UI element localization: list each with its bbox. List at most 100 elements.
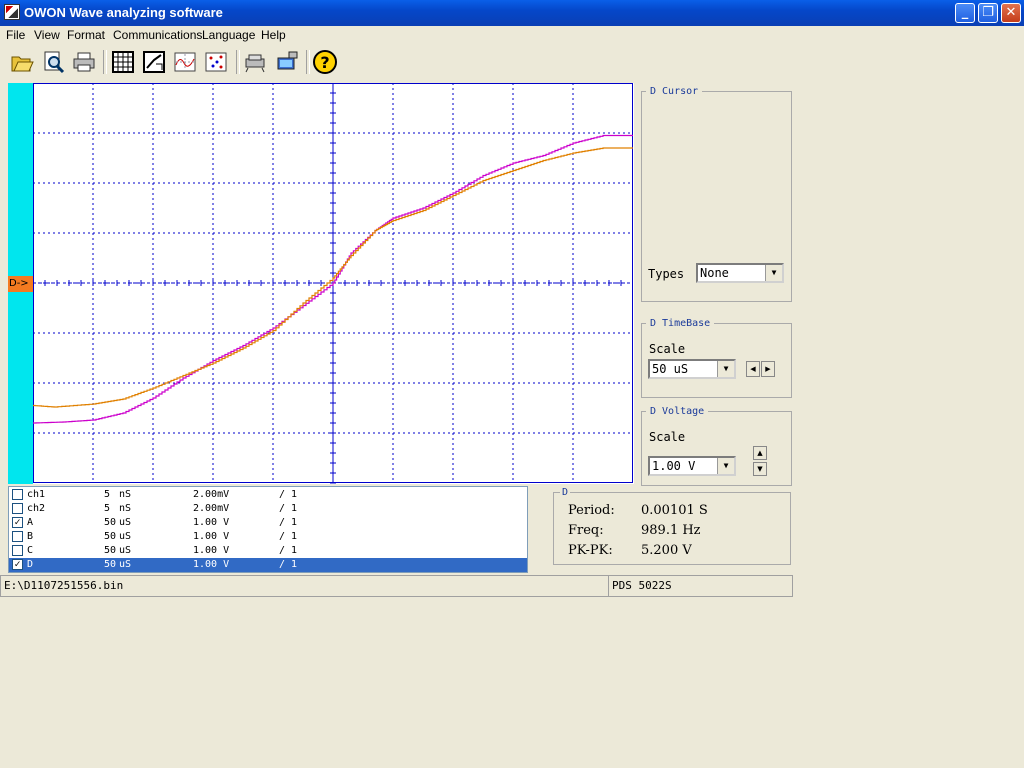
voltage-scale-label: Scale — [649, 430, 686, 444]
toolbar-separator — [306, 50, 310, 74]
channel-row-c[interactable]: C 50 uS 1.00 V / 1 — [9, 544, 527, 558]
minimize-button[interactable]: _ — [955, 3, 975, 23]
channel-ratio: / 1 — [279, 545, 298, 556]
channel-name: A — [27, 517, 34, 528]
title-bar: OWON Wave analyzing software _ ❐ ✕ — [0, 0, 1024, 26]
status-file-path: E:\D1107251556.bin — [0, 575, 609, 597]
voltage-scale-value: 1.00 V — [652, 459, 696, 473]
period-value: 0.00101 S — [641, 503, 708, 518]
channel-ratio: / 1 — [279, 489, 298, 500]
waveform-plot — [33, 83, 633, 484]
menu-file[interactable]: File — [6, 28, 25, 42]
channel-a: 50 — [104, 545, 117, 556]
channel-checkbox[interactable] — [12, 503, 23, 514]
channel-name: B — [27, 531, 34, 542]
svg-text:?: ? — [320, 53, 329, 72]
timebase-panel-title: D TimeBase — [650, 318, 711, 329]
calculator-icon[interactable] — [110, 49, 136, 75]
channel-d-marker[interactable]: D-> — [8, 276, 33, 292]
menu-help[interactable]: Help — [261, 28, 286, 42]
chevron-down-icon[interactable]: ▼ — [765, 265, 782, 281]
channel-volt: 2.00mV — [193, 503, 230, 514]
channel-row-b[interactable]: B 50 uS 1.00 V / 1 — [9, 530, 527, 544]
freq-label: Freq: — [568, 523, 604, 538]
close-button[interactable]: ✕ — [1001, 3, 1021, 23]
pkpk-value: 5.200 V — [641, 543, 692, 558]
print-preview-icon[interactable] — [41, 49, 67, 75]
menu-format[interactable]: Format — [67, 28, 105, 42]
channel-name: ch2 — [27, 503, 46, 514]
cursor-types-select[interactable]: None ▼ — [696, 263, 784, 283]
scatter-icon[interactable] — [203, 49, 229, 75]
menu-communications[interactable]: Communications — [113, 28, 202, 42]
channel-b: uS — [119, 517, 132, 528]
waveform-icon[interactable] — [172, 49, 198, 75]
cursor-types-value: None — [700, 266, 729, 280]
timebase-panel: D TimeBase — [641, 318, 792, 398]
voltage-panel-title: D Voltage — [650, 406, 705, 417]
channel-a: 5 — [104, 489, 111, 500]
menu-bar: File View Format Communications Language… — [0, 26, 1024, 44]
status-device-model: PDS 5022S — [608, 575, 793, 597]
channel-ratio: / 1 — [279, 559, 298, 570]
voltage-scale-select[interactable]: 1.00 V ▼ — [648, 456, 736, 476]
menu-language[interactable]: Language — [202, 28, 255, 42]
channel-a: 50 — [104, 531, 117, 542]
channel-a: 5 — [104, 503, 111, 514]
channel-ratio: / 1 — [279, 531, 298, 542]
voltage-down-button[interactable]: ▼ — [753, 462, 767, 476]
channel-b: uS — [119, 531, 132, 542]
print-icon[interactable] — [71, 49, 97, 75]
zoom-icon[interactable] — [141, 49, 167, 75]
toolbar-separator — [103, 50, 107, 74]
channel-volt: 1.00 V — [193, 545, 230, 556]
channel-volt: 1.00 V — [193, 531, 230, 542]
toolbar-separator — [236, 50, 240, 74]
channel-row-a[interactable]: ✓ A 50 uS 1.00 V / 1 — [9, 516, 527, 530]
timebase-scale-value: 50 uS — [652, 362, 689, 376]
channel-a: 50 — [104, 559, 117, 570]
channel-ratio: / 1 — [279, 503, 298, 514]
freq-value: 989.1 Hz — [641, 523, 701, 538]
cursor-panel-title: D Cursor — [650, 86, 699, 97]
timebase-left-button[interactable]: ◀ — [746, 361, 760, 377]
channel-a: 50 — [104, 517, 117, 528]
window-title: OWON Wave analyzing software — [24, 5, 223, 20]
measurement-panel: D Period: 0.00101 S Freq: 989.1 Hz PK-PK… — [553, 487, 791, 565]
waveform-display[interactable]: D-> — [8, 83, 634, 484]
help-icon[interactable]: ? — [312, 49, 338, 75]
channel-b: uS — [119, 545, 132, 556]
channel-row-ch1[interactable]: ch1 5 nS 2.00mV / 1 — [9, 488, 527, 502]
channel-list[interactable]: ch1 5 nS 2.00mV/ 1 ch2 5 nS 2.00mV/ 1 ✓ A 50 uS 1.00… — [8, 486, 528, 573]
chevron-down-icon[interactable]: ▼ — [717, 361, 734, 377]
pkpk-label: PK-PK: — [568, 543, 613, 558]
channel-ratio: / 1 — [279, 517, 298, 528]
channel-name: C — [27, 545, 34, 556]
voltage-up-button[interactable]: ▲ — [753, 446, 767, 460]
toolbar: ? — [0, 44, 1024, 80]
computer-transfer-icon[interactable] — [274, 49, 300, 75]
open-folder-icon[interactable] — [9, 49, 35, 75]
channel-volt: 1.00 V — [193, 559, 230, 570]
channel-checkbox[interactable] — [12, 489, 23, 500]
app-icon[interactable] — [4, 4, 20, 20]
menu-view[interactable]: View — [34, 28, 60, 42]
connect-device-icon[interactable] — [242, 49, 268, 75]
timebase-scale-select[interactable]: 50 uS ▼ — [648, 359, 736, 379]
timebase-right-button[interactable]: ▶ — [761, 361, 775, 377]
channel-row-d[interactable]: ✓ D 50 uS 1.00 V / 1 — [9, 558, 527, 572]
measurement-panel-title: D — [560, 487, 571, 498]
channel-checkbox[interactable]: ✓ — [12, 517, 23, 528]
channel-checkbox[interactable]: ✓ — [12, 559, 23, 570]
channel-checkbox[interactable] — [12, 531, 23, 542]
channel-volt: 2.00mV — [193, 489, 230, 500]
channel-row-ch2[interactable]: ch2 5 nS 2.00mV / 1 — [9, 502, 527, 516]
timebase-scale-label: Scale — [649, 342, 686, 356]
chevron-down-icon[interactable]: ▼ — [717, 458, 734, 474]
channel-b: nS — [119, 503, 132, 514]
maximize-button[interactable]: ❐ — [978, 3, 998, 23]
channel-checkbox[interactable] — [12, 545, 23, 556]
channel-b: nS — [119, 489, 132, 500]
channel-name: ch1 — [27, 489, 46, 500]
period-label: Period: — [568, 503, 615, 518]
